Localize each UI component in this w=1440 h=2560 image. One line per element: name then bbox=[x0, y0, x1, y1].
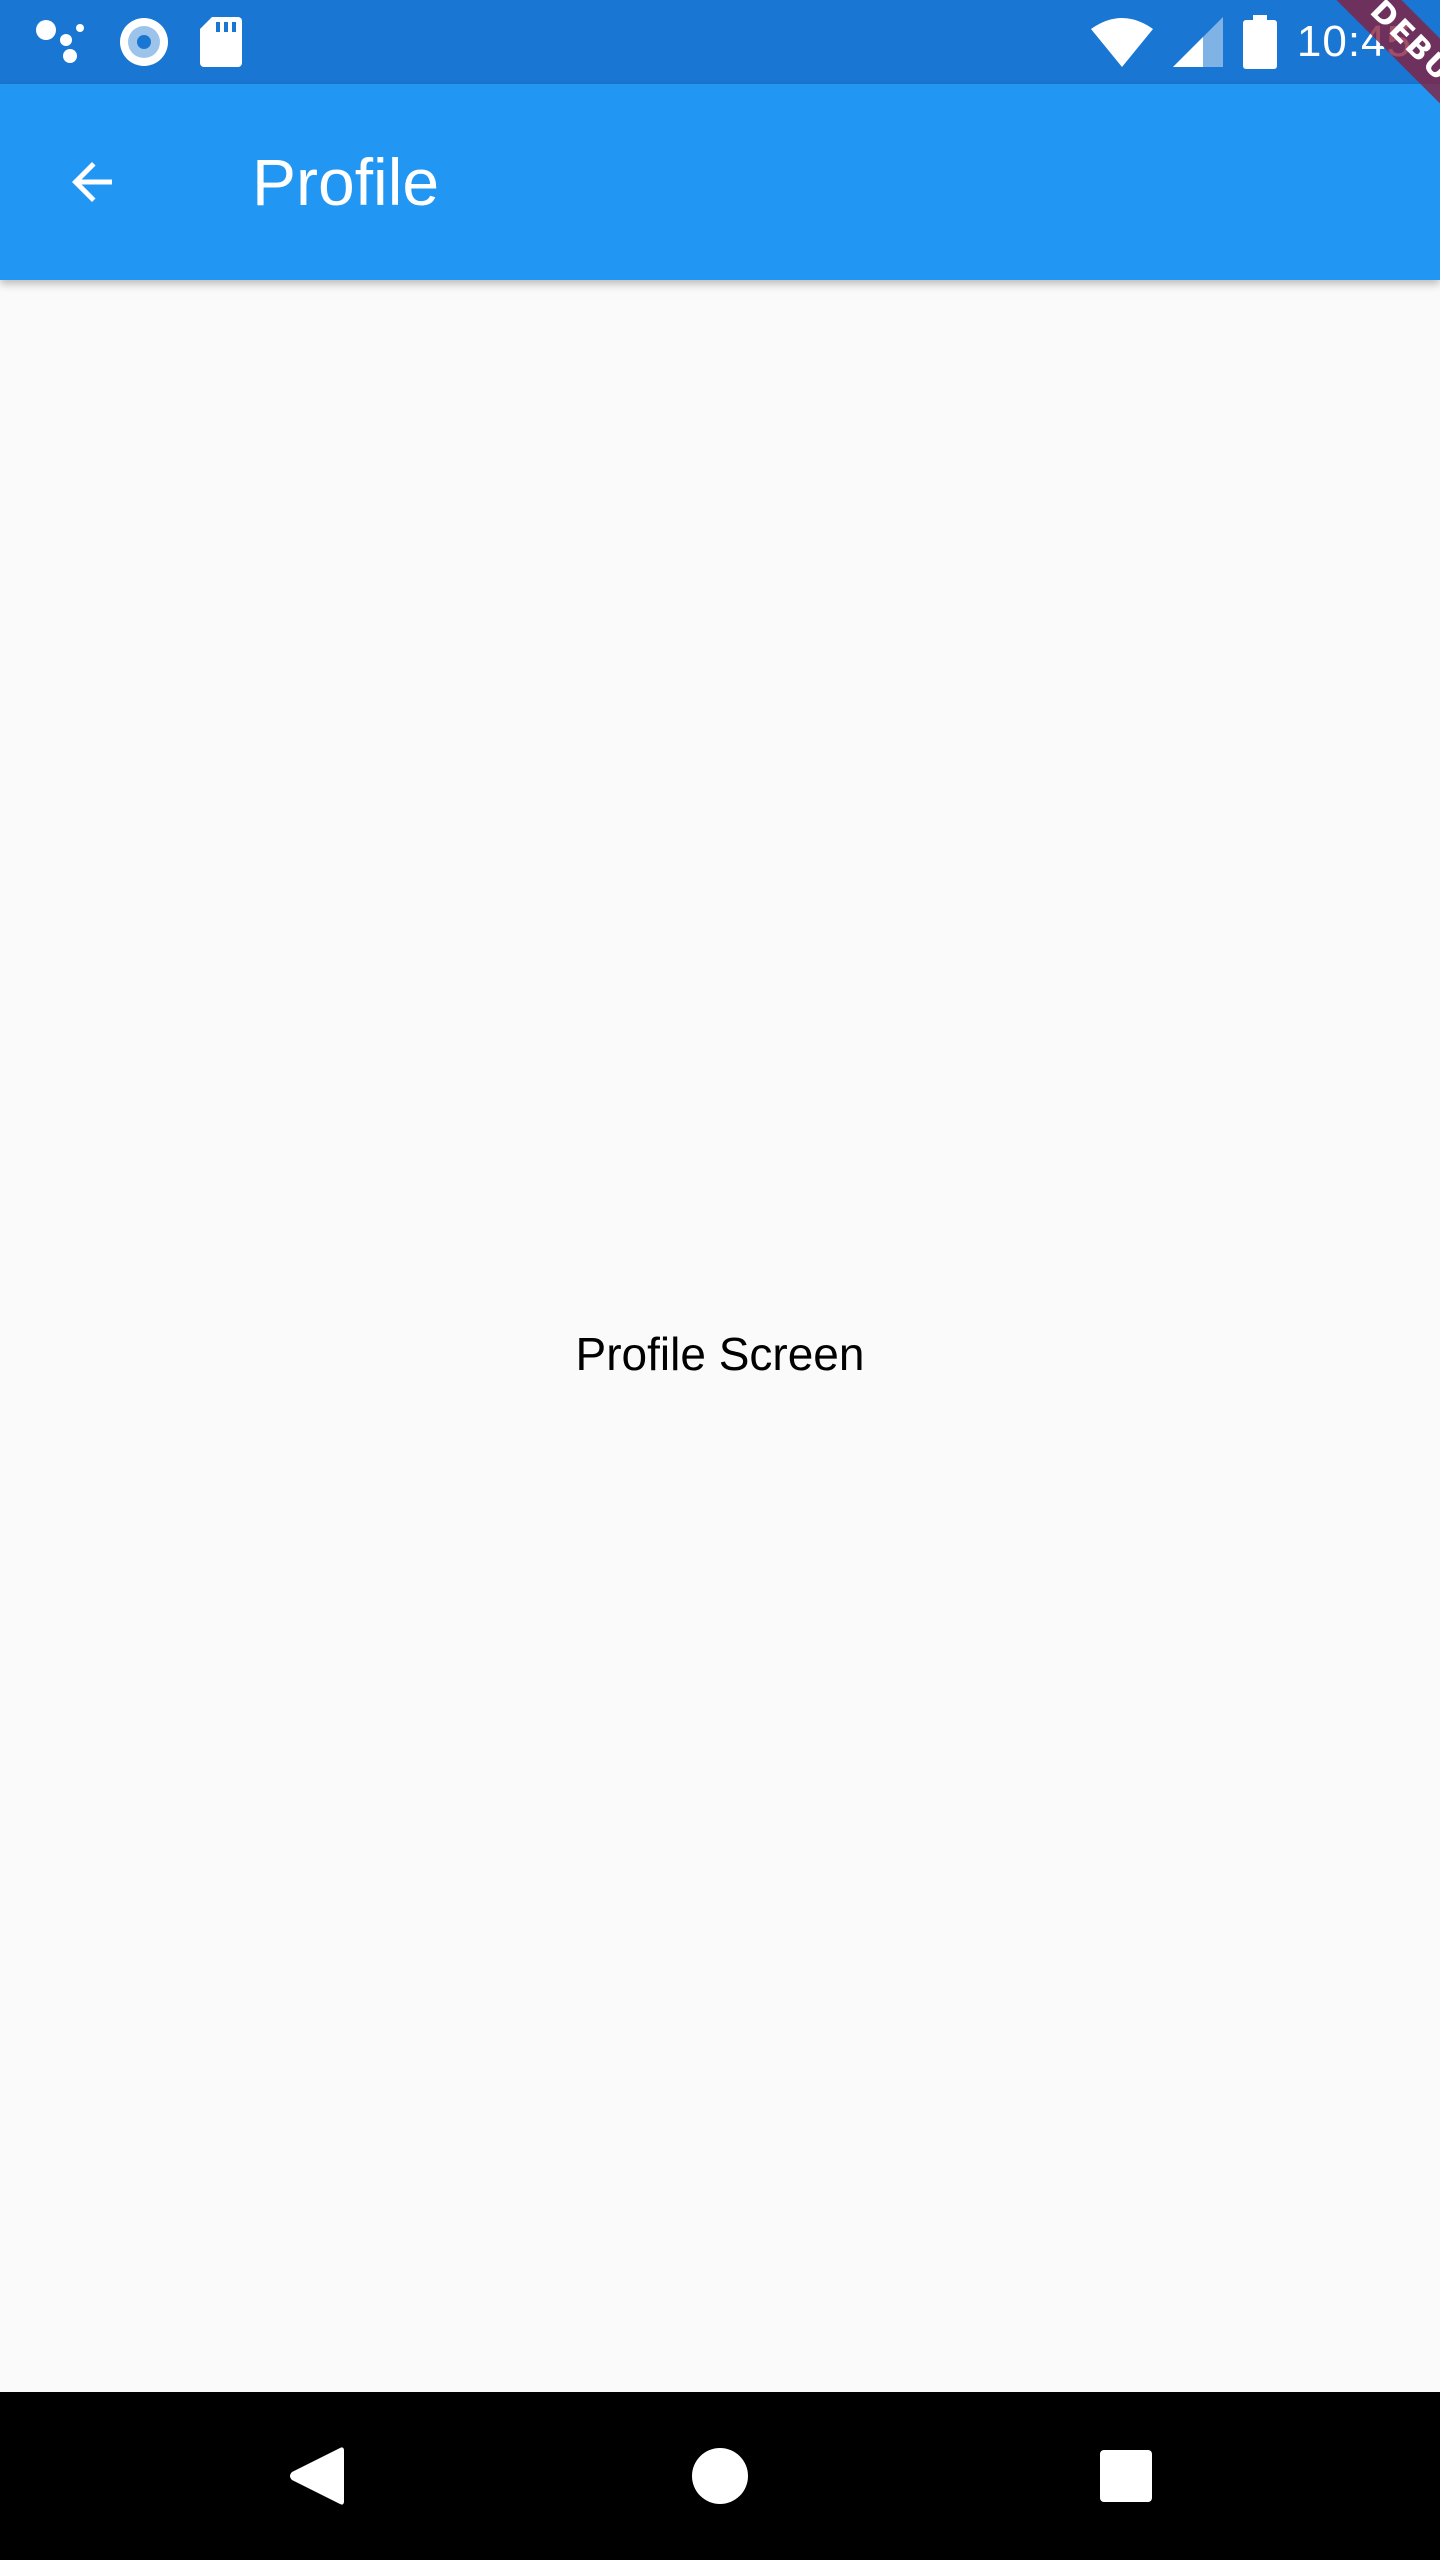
battery-icon bbox=[1242, 15, 1277, 69]
home-circle-icon bbox=[692, 2448, 748, 2504]
system-nav-bar bbox=[0, 2392, 1440, 2560]
recents-square-icon bbox=[1100, 2450, 1152, 2502]
nav-back-button[interactable] bbox=[266, 2426, 366, 2526]
status-bar: 10:45 bbox=[0, 0, 1440, 84]
back-triangle-icon bbox=[290, 2447, 344, 2505]
page-title: Profile bbox=[252, 145, 440, 219]
cell-signal-icon bbox=[1172, 17, 1223, 67]
main-content: Profile Screen bbox=[0, 280, 1440, 2392]
assistant-dots-icon bbox=[36, 20, 84, 63]
profile-screen-label: Profile Screen bbox=[575, 1328, 865, 1380]
status-right-icons: 10:45 bbox=[1090, 0, 1412, 84]
status-left-icons bbox=[34, 0, 242, 84]
nav-home-button[interactable] bbox=[670, 2426, 770, 2526]
arrow-back-icon bbox=[72, 162, 112, 202]
status-time: 10:45 bbox=[1296, 17, 1412, 66]
back-button[interactable] bbox=[44, 134, 140, 230]
nav-recents-button[interactable] bbox=[1076, 2426, 1176, 2526]
wifi-icon bbox=[1090, 18, 1153, 67]
record-circle-icon bbox=[120, 18, 168, 66]
sd-card-icon bbox=[200, 17, 242, 67]
app-bar: Profile bbox=[0, 84, 1440, 280]
